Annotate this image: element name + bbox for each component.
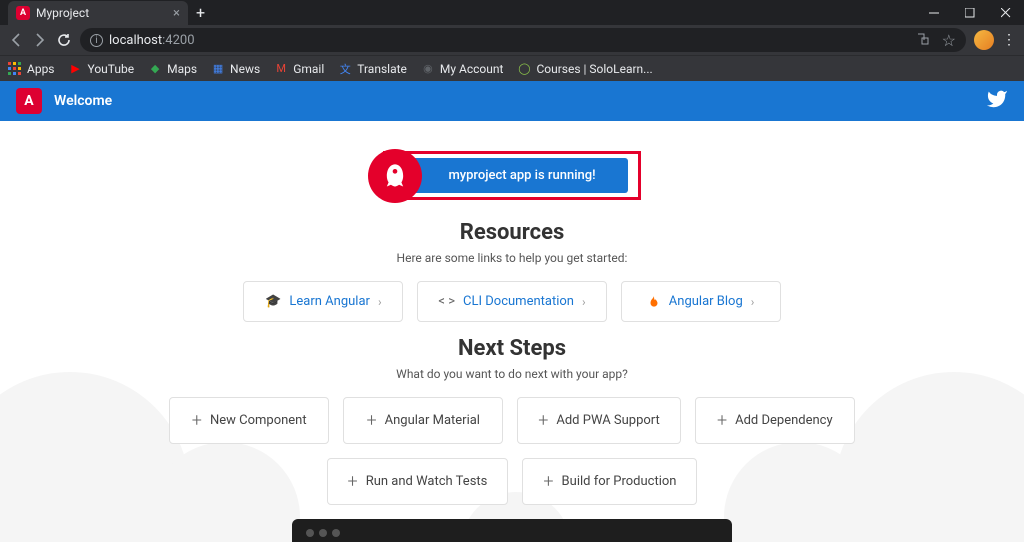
running-banner: myproject app is running! <box>392 158 627 193</box>
sololearn-icon: ◯ <box>517 62 531 76</box>
bookmark-star-icon[interactable]: ☆ <box>942 31 956 50</box>
tab-title: Myproject <box>36 6 89 20</box>
next-steps-subtitle: What do you want to do next with your ap… <box>0 367 1024 381</box>
cli-docs-link[interactable]: < > CLI Documentation › <box>417 281 606 322</box>
bookmark-sololearn[interactable]: ◯ Courses | SoloLearn... <box>517 62 652 76</box>
bookmark-label: YouTube <box>88 62 135 76</box>
page-title: Welcome <box>54 93 112 109</box>
close-tab-icon[interactable]: × <box>173 6 180 21</box>
add-dependency-button[interactable]: + Add Dependency <box>695 397 855 444</box>
account-icon: ◉ <box>421 62 435 76</box>
angular-material-button[interactable]: + Angular Material <box>343 397 503 444</box>
translate-icon[interactable] <box>916 31 930 50</box>
bookmark-label: News <box>230 62 260 76</box>
gmail-icon: M <box>274 62 288 76</box>
url-text: localhost:4200 <box>109 33 195 48</box>
terminal-panel: ng generate component xyz <box>292 519 732 542</box>
plus-icon: + <box>543 471 553 492</box>
chevron-right-icon: › <box>378 295 382 309</box>
build-production-button[interactable]: + Build for Production <box>522 458 697 505</box>
angular-favicon: A <box>16 6 30 20</box>
plus-icon: + <box>538 410 548 431</box>
browser-navbar: i localhost:4200 ☆ ⋮ <box>0 25 1024 55</box>
flame-icon <box>647 295 661 309</box>
menu-button[interactable]: ⋮ <box>1002 32 1016 48</box>
bookmark-label: My Account <box>440 62 504 76</box>
bookmark-youtube[interactable]: ▶ YouTube <box>69 62 135 76</box>
rocket-badge <box>368 149 422 203</box>
site-info-icon[interactable]: i <box>90 34 103 47</box>
bookmark-label: Apps <box>27 62 55 76</box>
run-tests-button[interactable]: + Run and Watch Tests <box>327 458 509 505</box>
add-pwa-button[interactable]: + Add PWA Support <box>517 397 681 444</box>
code-icon: < > <box>438 294 455 309</box>
resource-cards: 🎓 Learn Angular › < > CLI Documentation … <box>0 281 1024 322</box>
card-label: Add Dependency <box>735 413 833 428</box>
back-button[interactable] <box>8 32 24 48</box>
card-label: New Component <box>210 413 307 428</box>
maps-icon: ◆ <box>148 62 162 76</box>
resources-subtitle: Here are some links to help you get star… <box>0 251 1024 265</box>
bookmark-label: Courses | SoloLearn... <box>536 62 652 76</box>
news-icon: ▦ <box>211 62 225 76</box>
plus-icon: + <box>192 410 202 431</box>
plus-icon: + <box>366 410 376 431</box>
address-bar[interactable]: i localhost:4200 ☆ <box>80 28 966 52</box>
youtube-icon: ▶ <box>69 62 83 76</box>
bookmark-myaccount[interactable]: ◉ My Account <box>421 62 504 76</box>
close-window-button[interactable] <box>988 0 1024 25</box>
running-highlight: myproject app is running! <box>383 151 640 200</box>
twitter-link[interactable] <box>986 88 1008 114</box>
card-label: CLI Documentation <box>463 294 574 309</box>
app-toolbar: A Welcome <box>0 81 1024 121</box>
plus-icon: + <box>717 410 727 431</box>
card-label: Angular Material <box>385 413 480 428</box>
bookmark-apps[interactable]: Apps <box>8 62 55 76</box>
bookmark-label: Maps <box>167 62 197 76</box>
profile-avatar[interactable] <box>974 30 994 50</box>
browser-tab[interactable]: A Myproject × <box>8 1 188 25</box>
resources-title: Resources <box>0 220 1024 245</box>
main-content: myproject app is running! Resources Here… <box>0 121 1024 542</box>
translate-icon: 文 <box>338 62 352 76</box>
reload-button[interactable] <box>56 32 72 48</box>
browser-titlebar: A Myproject × + <box>0 0 1024 25</box>
new-component-button[interactable]: + New Component <box>169 397 329 444</box>
plus-icon: + <box>348 471 358 492</box>
next-steps-title: Next Steps <box>0 336 1024 361</box>
card-label: Run and Watch Tests <box>366 474 488 489</box>
bookmark-gmail[interactable]: M Gmail <box>274 62 324 76</box>
chevron-right-icon: › <box>582 295 586 309</box>
card-label: Build for Production <box>562 474 677 489</box>
graduation-icon: 🎓 <box>265 294 281 309</box>
apps-grid-icon <box>8 62 22 76</box>
new-tab-button[interactable]: + <box>188 3 213 22</box>
bookmark-label: Translate <box>357 62 407 76</box>
bookmark-maps[interactable]: ◆ Maps <box>148 62 197 76</box>
bookmark-translate[interactable]: 文 Translate <box>338 62 407 76</box>
forward-button[interactable] <box>32 32 48 48</box>
angular-logo-icon: A <box>16 88 42 114</box>
learn-angular-link[interactable]: 🎓 Learn Angular › <box>243 281 403 322</box>
card-label: Add PWA Support <box>556 413 659 428</box>
terminal-dots <box>306 529 718 537</box>
bookmarks-bar: Apps ▶ YouTube ◆ Maps ▦ News M Gmail 文 Transl… <box>0 55 1024 81</box>
card-label: Learn Angular <box>289 294 370 309</box>
card-label: Angular Blog <box>669 294 743 309</box>
bookmark-label: Gmail <box>293 62 324 76</box>
bookmark-news[interactable]: ▦ News <box>211 62 260 76</box>
chevron-right-icon: › <box>751 295 755 309</box>
window-controls <box>916 0 1024 25</box>
maximize-button[interactable] <box>952 0 988 25</box>
minimize-button[interactable] <box>916 0 952 25</box>
rocket-icon <box>381 162 409 190</box>
angular-blog-link[interactable]: Angular Blog › <box>621 281 781 322</box>
